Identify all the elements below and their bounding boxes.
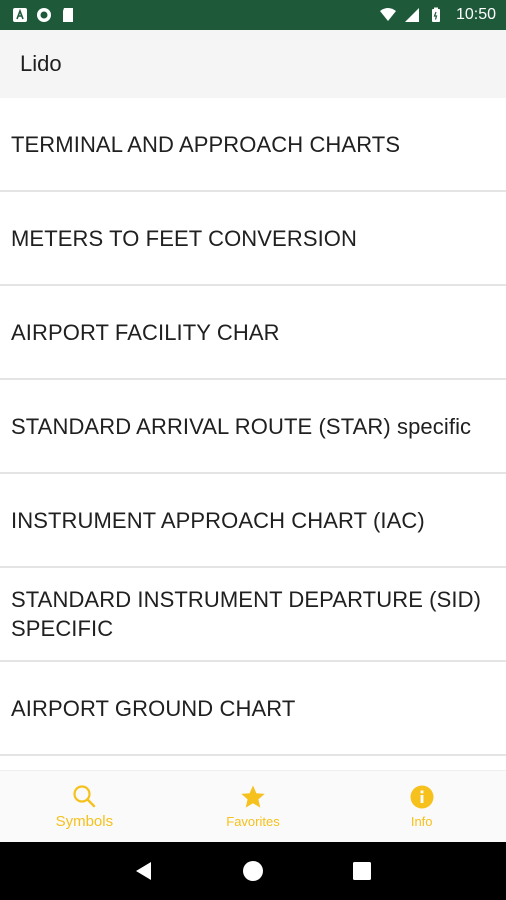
home-icon [242, 861, 263, 881]
status-bar: 10:50 [0, 0, 506, 30]
list-item[interactable]: TERMINAL AND APPROACH CHARTS [0, 98, 506, 192]
list-item[interactable]: STANDARD ARRIVAL ROUTE (STAR) specific [0, 380, 506, 474]
list-item[interactable]: STANDARD INSTRUMENT DEPARTURE (SID) SPEC… [0, 568, 506, 662]
sd-card-icon [63, 8, 73, 22]
app-title: Lido [20, 51, 62, 76]
info-icon [410, 785, 434, 809]
app-bar: Lido [0, 30, 506, 98]
list-item[interactable]: INSTRUMENT APPROACH CHART (IAC) [0, 474, 506, 568]
search-icon [73, 785, 96, 808]
back-button[interactable] [132, 859, 156, 883]
notification-a-icon [13, 8, 27, 22]
record-icon [37, 8, 51, 22]
bottom-navigation: Symbols Favorites Info [0, 770, 506, 842]
nav-item-favorites[interactable]: Favorites [169, 771, 338, 842]
nav-label-symbols: Symbols [55, 813, 114, 830]
status-bar-right: 10:50 [379, 6, 496, 24]
list-item[interactable]: AIRPORT FACILITY CHAR [0, 286, 506, 380]
back-icon [136, 862, 152, 880]
list-item-label: AIRPORT FACILITY CHAR [11, 319, 280, 345]
nav-item-symbols[interactable]: Symbols [0, 771, 169, 842]
list-item[interactable]: AIRPORT GROUND CHART [0, 662, 506, 756]
list-item-label: METERS TO FEET CONVERSION [11, 225, 358, 251]
status-time: 10:50 [455, 6, 496, 23]
home-button[interactable] [241, 859, 265, 883]
list-item-label: STANDARD INSTRUMENT DEPARTURE (SID) SPEC… [11, 587, 482, 641]
chart-category-list[interactable]: TERMINAL AND APPROACH CHARTS METERS TO F… [0, 98, 506, 770]
system-navigation-bar [0, 842, 506, 900]
status-bar-left [12, 7, 76, 23]
list-item-label: AIRPORT GROUND CHART [11, 695, 296, 721]
list-item-label: TERMINAL AND APPROACH CHARTS [11, 131, 401, 157]
battery-icon [431, 7, 440, 22]
list-item[interactable]: METERS TO FEET CONVERSION [0, 192, 506, 286]
nav-item-info[interactable]: Info [337, 771, 506, 842]
nav-label-info: Info [410, 814, 433, 829]
nav-label-favorites: Favorites [226, 814, 280, 829]
signal-icon [404, 8, 419, 22]
list-item-label: INSTRUMENT APPROACH CHART (IAC) [11, 507, 425, 533]
wifi-icon [379, 8, 396, 21]
star-icon [241, 785, 265, 808]
recents-button[interactable] [350, 859, 374, 883]
recents-icon [352, 862, 371, 880]
list-item-label: STANDARD ARRIVAL ROUTE (STAR) specific [11, 413, 472, 439]
